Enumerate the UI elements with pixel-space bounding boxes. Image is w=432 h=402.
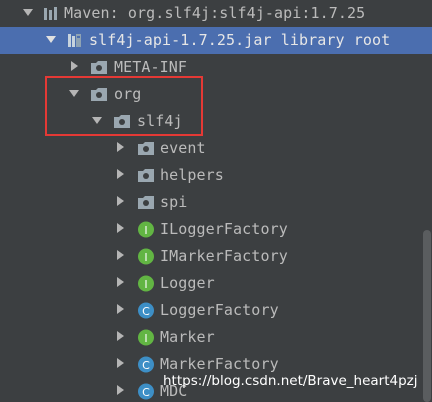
tree-node-label: event	[160, 139, 206, 157]
collapsed-arrow-icon[interactable]	[68, 60, 80, 72]
tree-node-label: spi	[160, 193, 188, 211]
watermark-text: https://blog.csdn.net/Brave_heart4pzj	[163, 373, 418, 389]
collapsed-arrow-icon[interactable]	[114, 249, 126, 261]
collapsed-arrow-icon[interactable]	[114, 276, 126, 288]
interface-icon: I	[138, 329, 154, 346]
tree-node-event[interactable]: event	[0, 135, 432, 162]
expanded-arrow-icon[interactable]	[22, 6, 34, 18]
jar-icon	[68, 34, 81, 47]
tree-node-label: MarkerFactory	[160, 355, 279, 373]
tree-node-loggerfactory[interactable]: C LoggerFactory	[0, 297, 432, 324]
library-bars-icon	[44, 7, 57, 20]
project-tree: Maven: org.slf4j:slf4j-api:1.7.25 slf4j-…	[0, 0, 432, 402]
expanded-arrow-icon[interactable]	[45, 33, 57, 45]
tree-node-jar[interactable]: slf4j-api-1.7.25.jar library root	[0, 27, 432, 54]
collapsed-arrow-icon[interactable]	[114, 195, 126, 207]
tree-node-maven-library[interactable]: Maven: org.slf4j:slf4j-api:1.7.25	[0, 0, 432, 27]
tree-node-label: helpers	[160, 166, 224, 184]
collapsed-arrow-icon[interactable]	[114, 168, 126, 180]
annotation-highlight-box	[45, 76, 203, 136]
tree-node-label: Maven: org.slf4j:slf4j-api:1.7.25	[64, 4, 366, 22]
svg-text:I: I	[144, 278, 147, 291]
package-folder-icon	[138, 142, 154, 155]
collapsed-arrow-icon[interactable]	[114, 357, 126, 369]
interface-icon: I	[138, 275, 154, 292]
tree-node-imarkerfactory[interactable]: I IMarkerFactory	[0, 243, 432, 270]
svg-text:I: I	[144, 251, 147, 264]
tree-node-logger[interactable]: I Logger	[0, 270, 432, 297]
collapsed-arrow-icon[interactable]	[114, 384, 126, 396]
collapsed-arrow-icon[interactable]	[114, 141, 126, 153]
tree-node-label: Logger	[160, 274, 215, 292]
tree-node-iloggerfactory[interactable]: I ILoggerFactory	[0, 216, 432, 243]
collapsed-arrow-icon[interactable]	[114, 222, 126, 234]
tree-node-helpers[interactable]: helpers	[0, 162, 432, 189]
class-icon: C	[138, 356, 154, 373]
svg-text:I: I	[144, 224, 147, 237]
interface-icon: I	[138, 221, 154, 238]
svg-text:C: C	[142, 305, 150, 318]
class-icon: C	[138, 383, 154, 400]
tree-node-label: ILoggerFactory	[160, 220, 288, 238]
tree-node-label: IMarkerFactory	[160, 247, 288, 265]
package-folder-icon	[91, 61, 107, 74]
package-folder-icon	[138, 196, 154, 209]
collapsed-arrow-icon[interactable]	[114, 330, 126, 342]
tree-node-label: META-INF	[114, 58, 188, 76]
collapsed-arrow-icon[interactable]	[114, 303, 126, 315]
tree-node-label: Marker	[160, 328, 215, 346]
class-icon: C	[138, 302, 154, 319]
tree-node-label: LoggerFactory	[160, 301, 279, 319]
svg-text:I: I	[144, 332, 147, 345]
vertical-scrollbar[interactable]	[423, 230, 431, 402]
package-folder-icon	[138, 169, 154, 182]
interface-icon: I	[138, 248, 154, 265]
svg-text:C: C	[142, 359, 150, 372]
tree-node-label: slf4j-api-1.7.25.jar library root	[89, 31, 391, 49]
tree-node-marker[interactable]: I Marker	[0, 324, 432, 351]
tree-node-spi[interactable]: spi	[0, 189, 432, 216]
svg-text:C: C	[142, 386, 150, 399]
